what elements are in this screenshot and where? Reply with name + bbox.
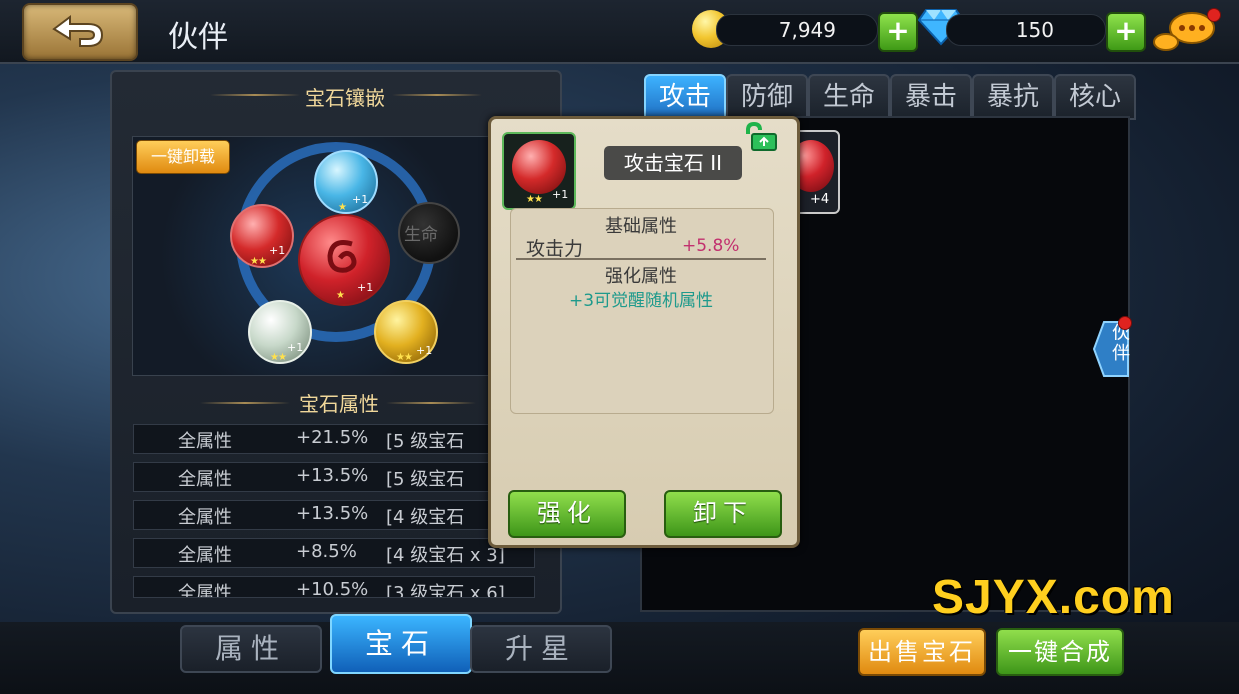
diamond-amount: 150 xyxy=(1015,18,1054,42)
enhance-attr-title: 强化属性 xyxy=(605,266,677,287)
attr-row: 全属性 +21.5% [5 级宝石 xyxy=(133,424,535,454)
swirl-emblem-icon xyxy=(327,240,357,273)
synthesize-button[interactable]: 一键合成 xyxy=(996,628,1124,676)
center-gem-stars: ★ xyxy=(336,290,345,301)
attr-row: 全属性 +8.5% [4 级宝石 x 3] xyxy=(133,538,535,568)
attr-name: 全属性 xyxy=(178,469,232,490)
partner-side-label: 伙伴 xyxy=(1112,323,1130,364)
gem-slot-stars: ★★ xyxy=(250,256,267,267)
unlock-icon[interactable] xyxy=(742,122,780,152)
enhance-button[interactable]: 强化 xyxy=(508,490,626,538)
title-decoration xyxy=(210,94,300,96)
chat-notification-dot xyxy=(1207,8,1221,22)
inventory-gem-level: +4 xyxy=(810,192,830,207)
tab-attack[interactable]: 攻击 xyxy=(644,74,726,120)
gem-slot-level: +1 xyxy=(269,244,286,257)
back-button[interactable] xyxy=(22,3,138,61)
gem-slot-level: +1 xyxy=(352,193,369,206)
popup-gem-icon: ★★ +1 xyxy=(502,132,576,210)
gold-amount: 7,949 xyxy=(778,18,836,42)
center-gem-level: +1 xyxy=(357,281,374,294)
tab-crit[interactable]: 暴击 xyxy=(890,74,972,120)
add-diamond-button[interactable]: + xyxy=(1106,12,1146,52)
gem-slot-level: +1 xyxy=(287,341,304,354)
attr-source: [5 级宝石 xyxy=(386,431,465,452)
popup-gem-name: 攻击宝石 II xyxy=(604,146,742,180)
back-arrow-icon xyxy=(52,15,104,47)
title-decoration xyxy=(200,402,290,404)
attr-value: +21.5% xyxy=(296,427,369,448)
remove-gem-button[interactable]: 卸下 xyxy=(664,490,782,538)
base-attr-value: +5.8% xyxy=(682,236,740,256)
title-decoration xyxy=(392,94,482,96)
attr-value: +10.5% xyxy=(296,579,369,598)
tab-gems[interactable]: 宝石 xyxy=(330,614,472,674)
side-tab-notification-dot xyxy=(1118,316,1132,330)
attr-value: +13.5% xyxy=(296,503,369,524)
tab-health[interactable]: 生命 xyxy=(808,74,890,120)
tab-core[interactable]: 核心 xyxy=(1054,74,1136,120)
gem-inlay-title: 宝石镶嵌 xyxy=(305,86,385,110)
attr-source: [3 级宝石 x 6] xyxy=(386,583,505,598)
gem-slot-blue[interactable] xyxy=(314,150,378,214)
attr-name: 全属性 xyxy=(178,431,232,452)
attr-name: 全属性 xyxy=(178,583,232,598)
attr-source: [4 级宝石 xyxy=(386,507,465,528)
tab-attributes[interactable]: 属性 xyxy=(180,625,322,673)
attr-source: [4 级宝石 x 3] xyxy=(386,545,505,566)
empty-slot-label: 生命 xyxy=(404,225,438,245)
enhance-attr-text: +3可觉醒随机属性 xyxy=(568,291,714,311)
attr-value: +8.5% xyxy=(296,541,357,562)
popup-gem-level: +1 xyxy=(552,188,569,201)
attr-value: +13.5% xyxy=(296,465,369,486)
attr-row: 全属性 +13.5% [4 级宝石 xyxy=(133,500,535,530)
gem-slot-level: +1 xyxy=(416,344,433,357)
attr-name: 全属性 xyxy=(178,545,232,566)
gem-slot-stars: ★★ xyxy=(396,352,413,363)
add-gold-button[interactable]: + xyxy=(878,12,918,52)
unload-all-button[interactable]: 一键卸载 xyxy=(136,140,230,174)
page-title: 伙伴 xyxy=(168,20,228,55)
gem-slot-stars: ★ xyxy=(338,202,347,213)
site-watermark: SJYX.com xyxy=(932,571,1175,624)
tab-defense[interactable]: 防御 xyxy=(726,74,808,120)
popup-gem-stars: ★★ xyxy=(526,194,543,205)
attr-row: 全属性 +10.5% [3 级宝石 x 6] xyxy=(133,576,535,598)
title-decoration xyxy=(386,402,476,404)
attr-row: 全属性 +13.5% [5 级宝石 xyxy=(133,462,535,492)
attr-source: [5 级宝石 xyxy=(386,469,465,490)
tab-crit-resist[interactable]: 暴抗 xyxy=(972,74,1054,120)
gem-attr-title: 宝石属性 xyxy=(299,392,379,416)
sell-gem-button[interactable]: 出售宝石 xyxy=(858,628,986,676)
tab-star-up[interactable]: 升星 xyxy=(470,625,612,673)
attr-name: 全属性 xyxy=(178,507,232,528)
gem-slot-stars: ★★ xyxy=(270,352,287,363)
base-attr-name: 攻击力 xyxy=(526,238,584,260)
info-divider xyxy=(516,258,766,260)
popup-gem-orb xyxy=(512,140,566,194)
